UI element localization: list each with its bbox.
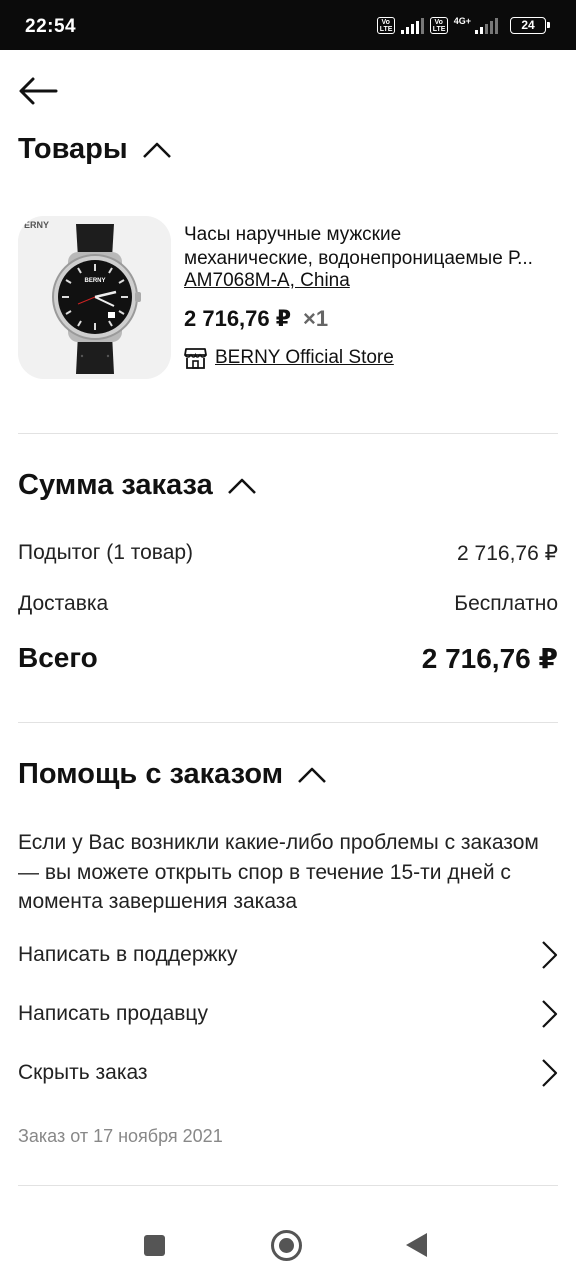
volte-icon-2: Vo LTE [429,17,448,34]
contact-support-label: Написать в поддержку [18,943,238,966]
home-icon[interactable] [271,1230,302,1261]
signal-icon [400,17,424,34]
subtotal-row: Подытог (1 товар) 2 716,76 ₽ [18,541,558,566]
hide-order-label: Скрыть заказ [18,1061,148,1084]
contact-seller-button[interactable]: Написать продавцу [18,992,558,1036]
delivery-row: Доставка Бесплатно [18,592,558,616]
subtotal-value: 2 716,76 ₽ [457,542,558,565]
divider [18,722,558,723]
svg-text:ERNY: ERNY [24,220,49,230]
contact-support-button[interactable]: Написать в поддержку [18,933,558,977]
goods-section-header[interactable]: Товары [18,133,172,166]
total-value: 2 716,76 ₽ [421,643,558,674]
chevron-up-icon [227,478,256,494]
chevron-up-icon [298,767,327,783]
navigation-bar [0,1210,576,1280]
status-time: 22:54 [25,16,77,37]
battery-icon: 24 [510,17,550,34]
help-section-header[interactable]: Помощь с заказом [18,758,327,791]
product-image[interactable]: ERNY BERNY [18,216,171,379]
total-label: Всего [18,642,98,673]
chevron-right-icon [542,941,558,969]
delivery-value: Бесплатно [454,592,558,615]
svg-text:BERNY: BERNY [84,278,105,284]
hide-order-button[interactable]: Скрыть заказ [18,1051,558,1095]
chevron-right-icon [542,1000,558,1028]
store-link[interactable]: BERNY Official Store [184,347,394,369]
watch-image: ERNY BERNY [18,216,171,379]
arrow-left-icon [19,77,58,105]
back-button[interactable] [16,73,60,109]
status-bar: 22:54 Vo LTE Vo LTE 4G+ 24 [0,0,576,50]
product-quantity: ×1 [303,306,329,331]
delivery-label: Доставка [18,592,109,615]
summary-section-title: Сумма заказа [18,469,213,501]
subtotal-label: Подытог (1 товар) [18,541,194,564]
divider [18,1185,558,1186]
contact-seller-label: Написать продавцу [18,1002,208,1025]
chevron-up-icon [142,142,171,158]
store-icon [184,348,207,369]
total-row: Всего 2 716,76 ₽ [18,642,558,675]
volte-icon: Vo LTE [376,17,395,34]
goods-section-title: Товары [18,133,128,165]
help-section-title: Помощь с заказом [18,758,284,790]
product-sku-link[interactable]: AM7068M-A, China [184,270,350,292]
status-icons: Vo LTE Vo LTE 4G+ 24 [376,16,550,34]
store-name: BERNY Official Store [215,347,394,368]
product-price: 2 716,76 ₽ [184,306,292,331]
order-date: Заказ от 17 ноября 2021 [18,1126,223,1146]
summary-section-header[interactable]: Сумма заказа [18,469,257,502]
recent-apps-icon[interactable] [144,1235,165,1256]
chevron-right-icon [542,1059,558,1087]
product-title-line2: механические, водонепроницаемые Р... [184,247,533,269]
help-text: Если у Вас возникли какие-либо проблемы … [18,831,539,913]
network-type: 4G+ [453,16,471,26]
product-title-line1: Часы наручные мужские [184,224,402,245]
product-title[interactable]: Часы наручные мужские механические, водо… [184,223,560,270]
signal-icon-2 [475,17,498,34]
divider [18,433,558,434]
back-triangle-icon[interactable] [406,1233,427,1257]
